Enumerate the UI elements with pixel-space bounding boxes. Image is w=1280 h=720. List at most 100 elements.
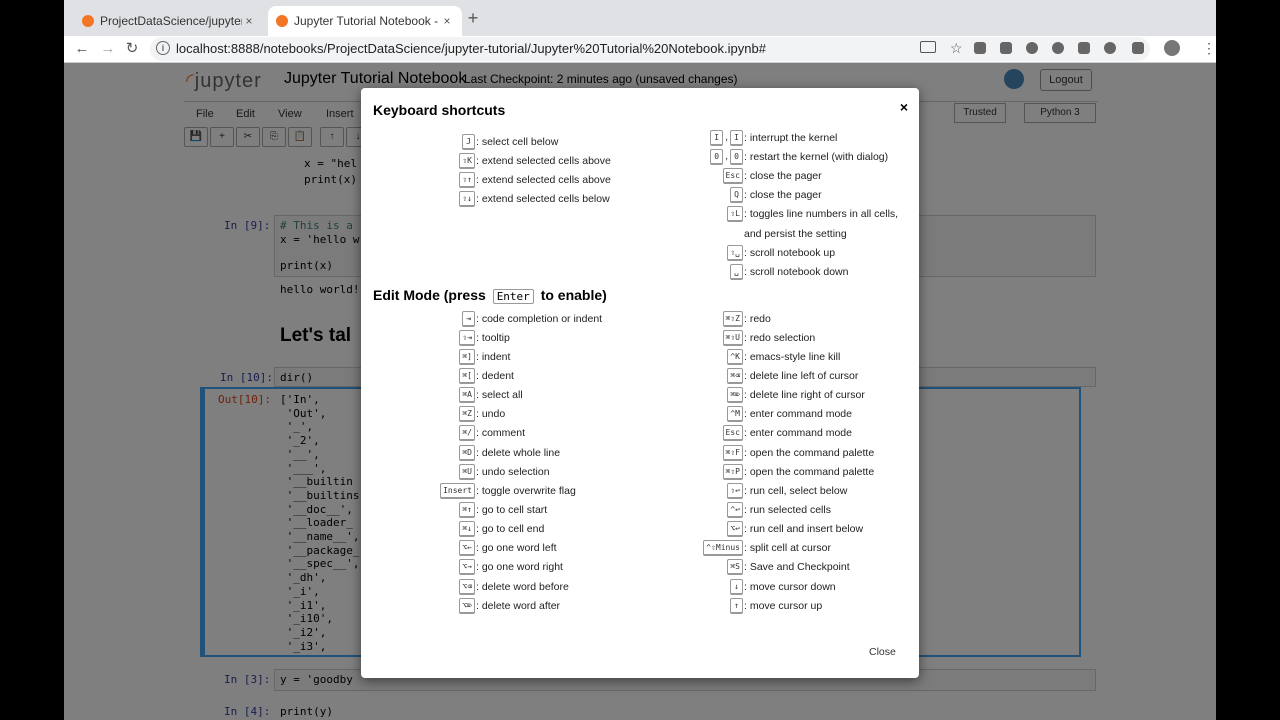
- extension-icon[interactable]: [1132, 42, 1144, 54]
- shortcut-description: : open the command palette: [744, 465, 875, 478]
- enter-key: Enter: [492, 289, 534, 304]
- new-tab-icon[interactable]: +: [464, 9, 482, 27]
- shortcut-keys: I,I: [377, 129, 743, 146]
- key-cap: ⌘S: [727, 559, 743, 576]
- site-info-icon[interactable]: i: [156, 41, 170, 55]
- shortcut-keys: ⌘S: [377, 559, 743, 576]
- keyboard-shortcuts-modal: Keyboard shortcuts × J: select cell belo…: [361, 88, 919, 678]
- shortcut-row: ⌘⇧Z: redo: [377, 309, 771, 328]
- shortcut-description: : scroll notebook up: [744, 246, 836, 259]
- key-cap: Esc: [722, 167, 743, 184]
- tab-close-icon[interactable]: ×: [440, 14, 454, 28]
- shortcut-description: : close the pager: [744, 189, 822, 202]
- shortcut-row: Esc: close the pager: [377, 166, 822, 185]
- shortcut-row: ␣: scroll notebook down: [377, 262, 848, 281]
- extension-icon[interactable]: [1052, 42, 1064, 54]
- shortcut-description: : toggles line numbers in all cells,: [744, 208, 899, 221]
- extension-icon[interactable]: [1104, 42, 1116, 54]
- close-icon[interactable]: ×: [896, 99, 912, 115]
- shortcut-row: 0,0: restart the kernel (with dialog): [377, 147, 888, 166]
- key-cap: ⌘⇧P: [722, 463, 743, 480]
- tab-close-icon[interactable]: ×: [242, 14, 256, 28]
- key-cap: ⇧↩: [727, 482, 743, 499]
- cast-icon[interactable]: [920, 41, 936, 53]
- edit-mode-heading: Edit Mode (press Enter to enable): [373, 287, 607, 304]
- shortcut-description: : move cursor down: [744, 580, 836, 593]
- key-cap: ^↩: [727, 502, 743, 518]
- bookmark-star-icon[interactable]: ☆: [950, 40, 963, 57]
- key-cap: ⌘⇧U: [722, 329, 743, 346]
- shortcut-row: ⌘⇧F: open the command palette: [377, 443, 874, 462]
- key-cap: ␣: [730, 263, 743, 280]
- shortcut-description: : delete line left of cursor: [744, 369, 859, 382]
- key-cap: ^M: [727, 406, 743, 423]
- shortcut-keys: ⌘⇧U: [377, 329, 743, 346]
- shortcut-keys: 0,0: [377, 148, 743, 165]
- browser-menu-icon[interactable]: ⋮: [1202, 40, 1216, 57]
- forward-icon[interactable]: →: [98, 39, 118, 59]
- key-cap: ⌘⌦: [727, 387, 743, 404]
- shortcut-row: ↑: move cursor up: [377, 596, 822, 615]
- shortcut-keys: ↓: [377, 578, 743, 595]
- back-icon[interactable]: ←: [72, 39, 92, 59]
- key-cap: ⇧␣: [727, 244, 743, 261]
- shortcut-keys: Esc: [377, 425, 743, 442]
- key-cap: I: [710, 129, 724, 146]
- shortcut-keys: ⌘⌫: [377, 367, 743, 384]
- shortcut-description: : restart the kernel (with dialog): [744, 150, 889, 163]
- extension-icon[interactable]: [1078, 42, 1090, 54]
- shortcut-keys: ⌥↩: [377, 521, 743, 538]
- shortcut-row: ⌘⌦: delete line right of cursor: [377, 386, 865, 405]
- close-button[interactable]: Close: [869, 646, 896, 658]
- key-cap: Esc: [722, 425, 743, 442]
- jupyter-favicon-icon: [82, 15, 94, 27]
- shortcut-row: ↓: move cursor down: [377, 577, 836, 596]
- extension-icon[interactable]: [974, 42, 986, 54]
- key-cap: ^K: [727, 348, 743, 365]
- reload-icon[interactable]: ↻: [122, 39, 142, 59]
- shortcut-description: : delete line right of cursor: [744, 389, 865, 402]
- profile-avatar[interactable]: [1164, 40, 1180, 56]
- shortcut-keys: ⇧↩: [377, 482, 743, 499]
- tab-jupyter-notebook[interactable]: Jupyter Tutorial Notebook - Ju ×: [268, 6, 462, 36]
- shortcut-description: and persist the setting: [744, 227, 847, 240]
- shortcut-row: ⌘⌫: delete line left of cursor: [377, 366, 858, 385]
- shortcut-description: : interrupt the kernel: [744, 131, 838, 144]
- shortcut-keys: Q: [377, 187, 743, 204]
- shortcut-row: ⇧␣: scroll notebook up: [377, 243, 835, 262]
- shortcut-row: ^↩: run selected cells: [377, 501, 831, 520]
- shortcut-keys: ⌘⌦: [377, 387, 743, 404]
- shortcut-description: : enter command mode: [744, 427, 852, 440]
- shortcut-description: : redo selection: [744, 331, 816, 344]
- edit-mode-prefix: Edit Mode (press: [373, 287, 486, 303]
- shortcut-row: and persist the setting: [377, 224, 847, 243]
- key-cap: 0: [730, 148, 743, 165]
- shortcut-keys: ⌘⇧Z: [377, 310, 743, 327]
- shortcut-description: : run cell and insert below: [744, 523, 864, 536]
- shortcut-row: ⌘⇧P: open the command palette: [377, 462, 874, 481]
- shortcut-description: : move cursor up: [744, 599, 823, 612]
- shortcut-description: : close the pager: [744, 169, 822, 182]
- edit-mode-suffix: to enable): [540, 287, 607, 303]
- browser-toolbar: ← → ↻ i localhost:8888/notebooks/Project…: [64, 36, 1216, 63]
- shortcut-row: ^M: enter command mode: [377, 405, 852, 424]
- url-text[interactable]: localhost:8888/notebooks/ProjectDataScie…: [176, 41, 766, 56]
- shortcut-description: : run selected cells: [744, 504, 831, 516]
- jupyter-favicon-icon: [276, 15, 288, 27]
- shortcut-description: : scroll notebook down: [744, 265, 849, 278]
- shortcut-row: ^⇧Minus: split cell at cursor: [377, 539, 831, 558]
- extension-icon[interactable]: [1000, 42, 1012, 54]
- tab-title: ProjectDataScience/jupyter-tu: [100, 14, 242, 28]
- shortcut-description: : run cell, select below: [744, 484, 848, 497]
- key-cap: I: [730, 129, 743, 146]
- extension-icon[interactable]: [1026, 42, 1038, 54]
- shortcut-row: Esc: enter command mode: [377, 424, 852, 443]
- shortcut-row: Q: close the pager: [377, 186, 822, 205]
- shortcut-keys: ↑: [377, 597, 743, 614]
- key-cap: Q: [730, 187, 743, 204]
- shortcut-keys: ^K: [377, 348, 743, 365]
- tab-project-data-science[interactable]: ProjectDataScience/jupyter-tu ×: [74, 6, 264, 36]
- key-cap: ↑: [730, 597, 743, 614]
- shortcut-keys: ^⇧Minus: [377, 540, 743, 557]
- shortcut-keys: ⌘⇧P: [377, 463, 743, 480]
